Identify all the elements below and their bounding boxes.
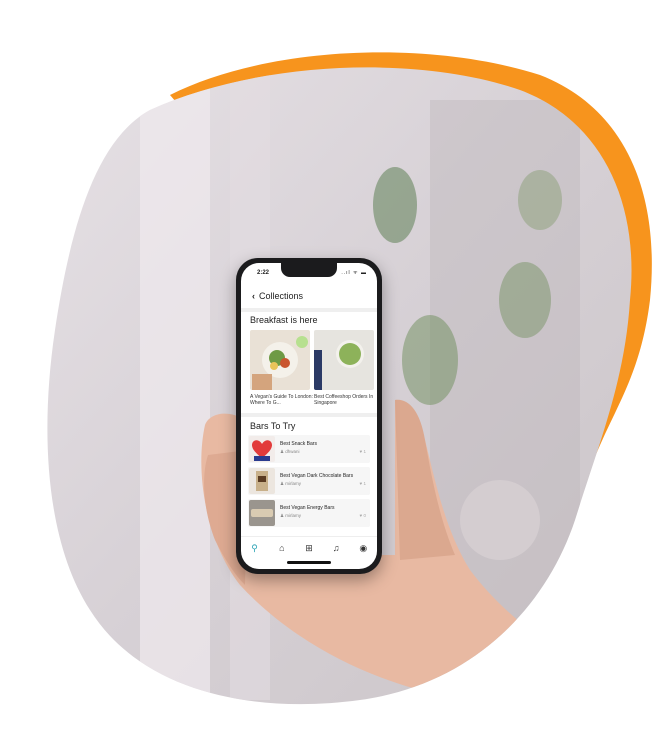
card-caption: Best Coffeeshop Orders In Singapore	[314, 394, 374, 406]
food-bowl-image	[250, 330, 310, 390]
phone-notch	[281, 263, 337, 277]
list-item-user: ♟ mirlamy	[280, 513, 301, 519]
username: mirlamy	[285, 513, 302, 518]
photo-scene: 2:22 ..ıl ᯤ ▬ ‹ Collections Breakfast is…	[0, 0, 657, 739]
snack-bar-thumbnail	[249, 436, 275, 462]
like-count-value: 0	[363, 513, 366, 518]
profile-icon[interactable]: ◉	[356, 543, 370, 554]
like-count[interactable]: ♥ 0	[360, 513, 366, 518]
energy-bar-image	[251, 509, 273, 517]
list-item-title: Best Vegan Dark Chocolate Bars	[280, 473, 354, 479]
add-icon[interactable]: ⊞	[302, 543, 316, 554]
matcha-drink-image	[314, 330, 374, 390]
username: mirlamy	[285, 481, 302, 486]
chevron-left-icon[interactable]: ‹	[252, 291, 255, 301]
divider	[241, 308, 377, 312]
like-count-value: 1	[363, 449, 366, 454]
chocolate-bar-thumbnail	[249, 468, 275, 494]
list-item-title: Best Vegan Energy Bars	[280, 505, 335, 511]
home-icon[interactable]: ⌂	[275, 543, 289, 553]
bottom-tab-bar: ⚲ ⌂ ⊞ ♫ ◉	[241, 536, 377, 559]
smartphone: 2:22 ..ıl ᯤ ▬ ‹ Collections Breakfast is…	[236, 258, 382, 574]
page-title: Collections	[259, 291, 304, 301]
energy-bar-thumbnail	[249, 500, 275, 526]
list-item-snack-bars[interactable]: Best Snack Bars ♟ dhwani ♥ 1	[248, 435, 370, 463]
bell-icon[interactable]: ♫	[329, 543, 343, 553]
status-icons: ..ıl ᯤ ▬	[341, 270, 367, 276]
collection-card-vegan-london[interactable]	[250, 330, 310, 390]
like-count-value: 1	[363, 481, 366, 486]
list-item-dark-chocolate-bars[interactable]: Best Vegan Dark Chocolate Bars ♟ mirlamy…	[248, 467, 370, 495]
collection-card-coffeeshop[interactable]	[314, 330, 374, 390]
list-item-user: ♟ dhwani	[280, 449, 300, 455]
card-caption: A Vegan's Guide To London: Where To G...	[250, 394, 313, 406]
status-time: 2:22	[257, 270, 270, 276]
list-item-energy-bars[interactable]: Best Vegan Energy Bars ♟ mirlamy ♥ 0	[248, 499, 370, 527]
search-icon[interactable]: ⚲	[248, 543, 262, 554]
section-title-bars: Bars To Try	[250, 421, 296, 431]
collections-header: ‹ Collections	[241, 285, 377, 307]
phone-screen: 2:22 ..ıl ᯤ ▬ ‹ Collections Breakfast is…	[241, 263, 377, 569]
username: dhwani	[285, 449, 300, 454]
list-item-title: Best Snack Bars	[280, 441, 317, 447]
home-indicator	[287, 561, 331, 564]
list-item-user: ♟ mirlamy	[280, 481, 301, 487]
section-title-breakfast: Breakfast is here	[250, 315, 318, 325]
divider	[241, 413, 377, 417]
like-count[interactable]: ♥ 1	[360, 481, 366, 486]
heart-icon	[252, 440, 272, 461]
like-count[interactable]: ♥ 1	[360, 449, 366, 454]
chocolate-bar-image	[256, 471, 268, 491]
